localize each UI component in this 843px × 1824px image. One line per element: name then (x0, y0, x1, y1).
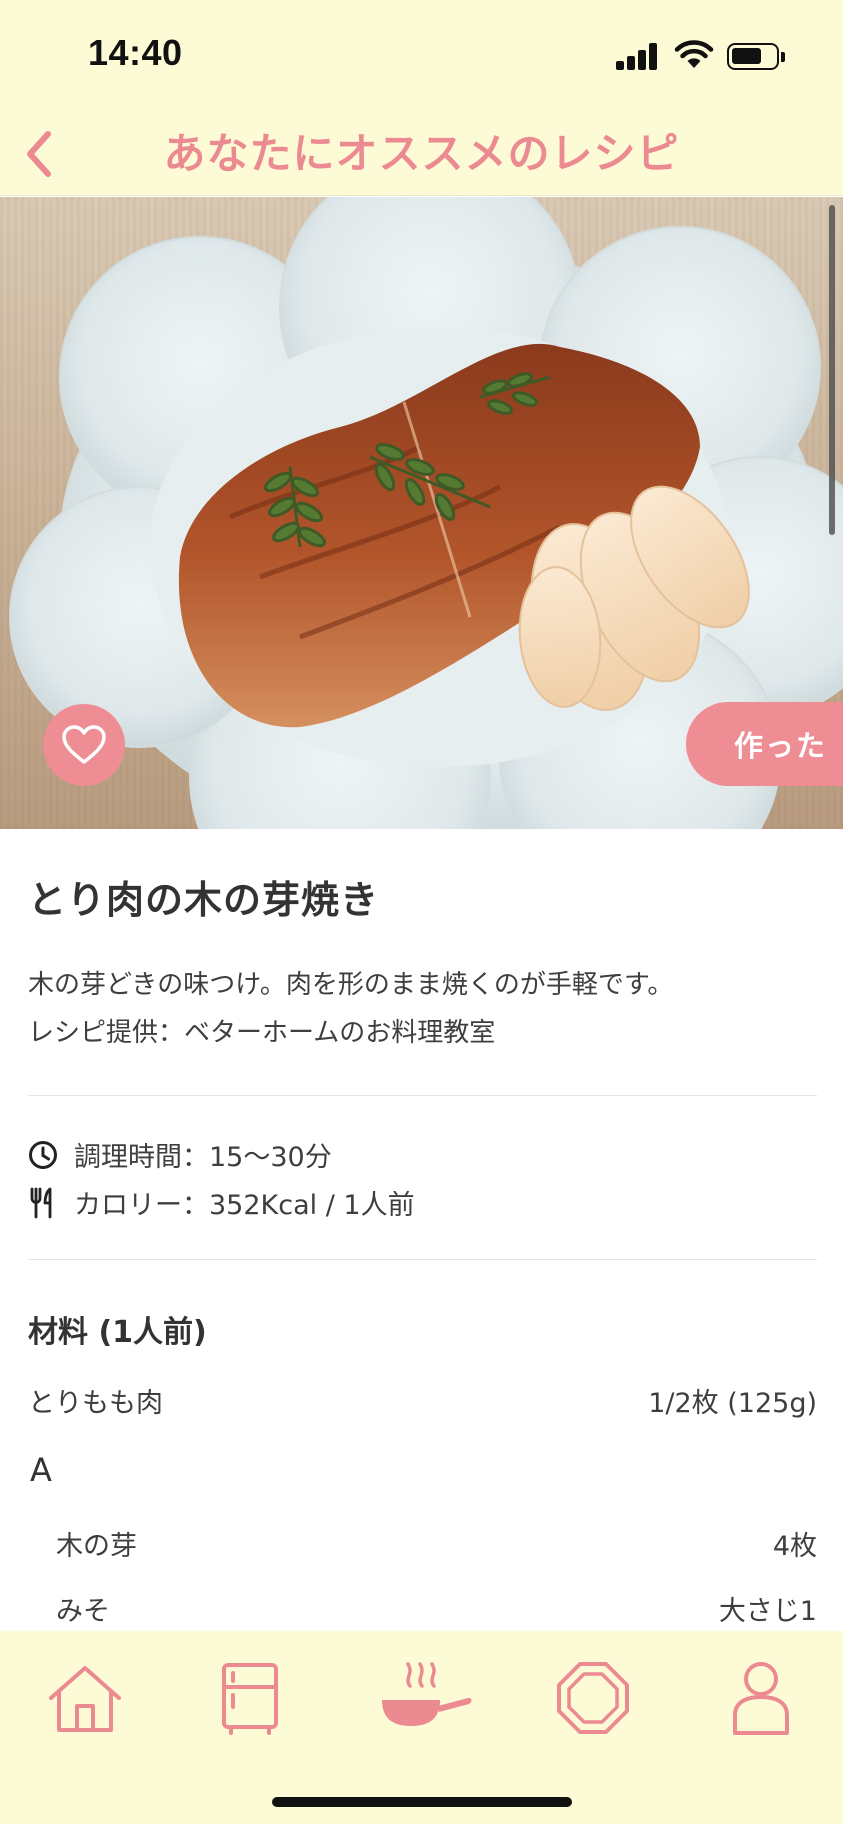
divider (28, 1095, 817, 1096)
favorite-button[interactable] (43, 704, 125, 786)
heart-icon (62, 725, 106, 764)
recipe-title: とり肉の木の芽焼き (28, 878, 380, 922)
tab-cook[interactable] (378, 1653, 474, 1743)
person-icon (733, 1662, 789, 1735)
recipe-description: 木の芽どきの味つけ。肉を形のまま焼くのが手軽です。 レシピ提供：ベターホームのお… (28, 961, 673, 1057)
home-icon (49, 1666, 121, 1732)
page-title: あなたにオススメのレシピ (163, 129, 680, 178)
octagon-icon (557, 1662, 629, 1734)
clock-icon (28, 1140, 58, 1170)
frying-pan-icon (382, 1662, 472, 1726)
wifi-icon (674, 40, 714, 68)
navigation-bar: あなたにオススメのレシピ (0, 108, 843, 196)
ingredient-name: 木の芽 (56, 1531, 137, 1562)
cook-time-text: 調理時間：15～30分 (74, 1142, 332, 1173)
scrollbar[interactable] (829, 205, 835, 535)
ingredient-amount: 4枚 (772, 1531, 817, 1562)
ingredient-row: みそ 大さじ1 (56, 1589, 817, 1628)
ingredient-name: とりもも肉 (28, 1388, 163, 1419)
ingredient-amount: 大さじ1 (718, 1596, 817, 1627)
calories-row: カロリー：352Kcal / 1人前 (28, 1183, 415, 1222)
recipe-detail-screen: 14:40 あなたにオススメのレシピ 作った とり肉の木の芽焼き 木の芽どきの味… (0, 0, 843, 1824)
recipe-credit: レシピ提供：ベターホームのお料理教室 (28, 1018, 496, 1048)
tab-bar (0, 1631, 843, 1824)
ingredient-amount: 1/2枚 (125g) (648, 1388, 817, 1419)
ingredient-row: とりもも肉 1/2枚 (125g) (28, 1381, 817, 1420)
description-text: 木の芽どきの味つけ。肉を形のまま焼くのが手軽です。 (28, 970, 674, 1000)
fork-knife-icon (28, 1187, 58, 1218)
divider (28, 1259, 817, 1260)
ingredient-name: みそ (56, 1596, 110, 1627)
tab-fridge[interactable] (205, 1653, 295, 1743)
tab-profile[interactable] (716, 1653, 806, 1743)
tab-home[interactable] (40, 1653, 130, 1743)
cook-time-row: 調理時間：15～30分 (28, 1135, 332, 1174)
fridge-icon (222, 1663, 278, 1735)
status-bar: 14:40 (0, 0, 843, 108)
status-time: 14:40 (88, 32, 183, 73)
ingredients-title: 材料 (1人前) (28, 1315, 207, 1350)
tab-explore[interactable] (548, 1653, 638, 1743)
calories-text: カロリー：352Kcal / 1人前 (74, 1190, 415, 1221)
battery-icon (727, 43, 785, 70)
made-it-button[interactable]: 作った (686, 702, 843, 786)
ingredient-group-label: A (30, 1451, 52, 1489)
home-indicator[interactable] (272, 1797, 572, 1807)
ingredient-row: 木の芽 4枚 (56, 1524, 817, 1563)
cellular-signal-icon (616, 42, 660, 70)
